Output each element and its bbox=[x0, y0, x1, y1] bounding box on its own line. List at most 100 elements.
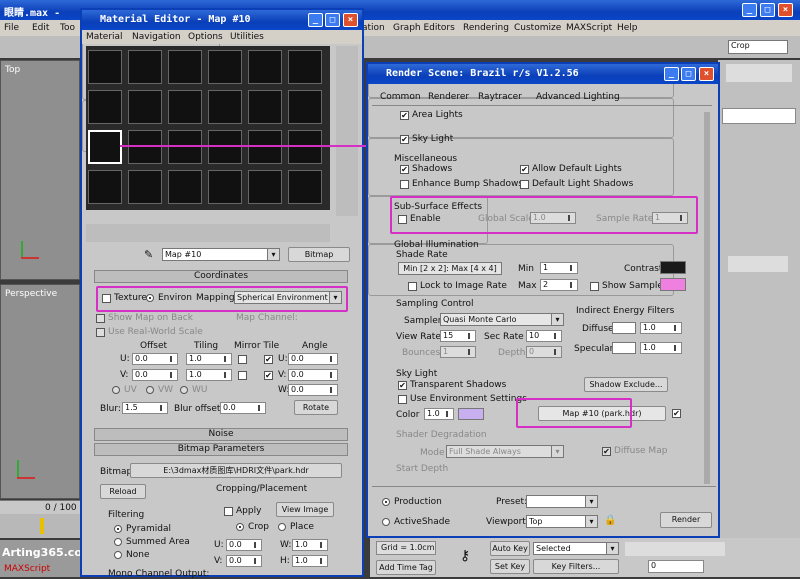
noise-rollout-header[interactable]: Noise bbox=[94, 428, 348, 441]
production-radio[interactable] bbox=[382, 498, 390, 506]
color-swatch[interactable] bbox=[458, 408, 484, 420]
uv-radio[interactable] bbox=[112, 386, 120, 394]
sample-slot[interactable] bbox=[208, 50, 242, 84]
sky-map-checkbox[interactable]: ✔ bbox=[672, 409, 681, 418]
sample-slot-active[interactable] bbox=[88, 130, 122, 164]
me-menu-utilities[interactable]: Utilities bbox=[230, 32, 264, 42]
selected-dropdown[interactable]: Selected bbox=[533, 542, 619, 555]
use-env-checkbox[interactable] bbox=[398, 395, 407, 404]
sample-slot[interactable] bbox=[88, 170, 122, 204]
v-tiling-spinner[interactable]: 1.0 bbox=[186, 369, 232, 381]
allow-default-checkbox[interactable]: ✔ bbox=[520, 165, 529, 174]
menu-graph-editors[interactable]: Graph Editors bbox=[393, 23, 455, 33]
object-name-field[interactable] bbox=[722, 108, 796, 124]
specular-spinner[interactable]: 1.0 bbox=[640, 342, 682, 354]
sample-slot[interactable] bbox=[128, 130, 162, 164]
bounces-spinner[interactable]: 1 bbox=[440, 346, 476, 358]
area-lights-checkbox[interactable]: ✔ bbox=[400, 111, 409, 120]
sample-slot[interactable] bbox=[288, 130, 322, 164]
blur-offset-spinner[interactable]: 0.0 bbox=[220, 402, 266, 414]
sample-slot[interactable] bbox=[128, 170, 162, 204]
crop-radio[interactable] bbox=[236, 523, 244, 531]
diffuse-spinner[interactable]: 1.0 bbox=[640, 322, 682, 334]
sample-slot[interactable] bbox=[168, 90, 202, 124]
me-menu-material[interactable]: Material bbox=[86, 32, 123, 42]
apply-checkbox[interactable] bbox=[224, 507, 233, 516]
crop-v-spinner[interactable]: 0.0 bbox=[226, 555, 262, 567]
lock-icon[interactable]: 🔒 bbox=[604, 515, 616, 526]
viewport-dropdown[interactable]: Top bbox=[526, 515, 598, 528]
set-key-button[interactable]: Set Key bbox=[490, 559, 530, 574]
sample-slot[interactable] bbox=[208, 90, 242, 124]
show-samples-checkbox[interactable] bbox=[590, 282, 599, 291]
sample-slot[interactable] bbox=[88, 50, 122, 84]
rs-scrollbar[interactable] bbox=[704, 112, 710, 484]
viewport-perspective[interactable]: Perspective bbox=[0, 284, 80, 499]
sample-slot[interactable] bbox=[168, 170, 202, 204]
menu-file[interactable]: File bbox=[4, 23, 19, 33]
activeshade-radio[interactable] bbox=[382, 518, 390, 526]
real-world-checkbox[interactable] bbox=[96, 328, 105, 337]
sample-slot[interactable] bbox=[168, 130, 202, 164]
sample-slot[interactable] bbox=[128, 50, 162, 84]
w-angle-spinner[interactable]: 0.0 bbox=[288, 384, 338, 396]
auto-key-button[interactable]: Auto Key bbox=[490, 541, 530, 556]
sample-slot[interactable] bbox=[288, 170, 322, 204]
sample-slot[interactable] bbox=[88, 90, 122, 124]
sample-slot[interactable] bbox=[168, 50, 202, 84]
preset-dropdown[interactable] bbox=[526, 495, 598, 508]
sample-slot[interactable] bbox=[248, 170, 282, 204]
menu-rendering[interactable]: Rendering bbox=[463, 23, 509, 33]
sample-slot[interactable] bbox=[288, 50, 322, 84]
max-spinner[interactable]: 2 bbox=[540, 279, 578, 291]
u-mirror-checkbox[interactable] bbox=[238, 355, 247, 364]
view-rate-spinner[interactable]: 15 bbox=[440, 330, 476, 342]
menu-edit[interactable]: Edit bbox=[32, 23, 49, 33]
track-bar[interactable] bbox=[0, 514, 80, 538]
rs-maximize-icon[interactable]: □ bbox=[681, 67, 696, 81]
shadow-exclude-button[interactable]: Shadow Exclude... bbox=[584, 377, 668, 392]
crop-w-spinner[interactable]: 1.0 bbox=[292, 539, 328, 551]
sample-slot[interactable] bbox=[208, 170, 242, 204]
me-menu-options[interactable]: Options bbox=[188, 32, 223, 42]
tab-common[interactable]: Common bbox=[380, 92, 421, 102]
lock-image-rate-checkbox[interactable] bbox=[408, 282, 417, 291]
show-samples-swatch[interactable] bbox=[660, 278, 686, 291]
time-slider[interactable]: 0 / 100 bbox=[0, 500, 80, 514]
maxscript-area[interactable]: Arting365.com MAXScript bbox=[0, 540, 93, 577]
sampler-dropdown[interactable]: Quasi Monte Carlo bbox=[440, 313, 564, 326]
depth-spinner[interactable]: 0 bbox=[526, 346, 562, 358]
key-filters-button[interactable]: Key Filters... bbox=[533, 559, 619, 574]
bitmap-path-button[interactable]: E:\3dmax材质图库\HDRI文件\park.hdr bbox=[130, 463, 342, 478]
menu-animation[interactable]: ation bbox=[362, 23, 385, 33]
v-offset-spinner[interactable]: 0.0 bbox=[132, 369, 178, 381]
sec-rate-spinner[interactable]: 10 bbox=[526, 330, 562, 342]
render-button[interactable]: Render bbox=[660, 512, 712, 528]
tab-renderer[interactable]: Renderer bbox=[428, 92, 469, 102]
wu-radio[interactable] bbox=[180, 386, 188, 394]
place-radio[interactable] bbox=[278, 523, 286, 531]
menu-customize[interactable]: Customize bbox=[514, 23, 561, 33]
map-type-button[interactable]: Bitmap bbox=[288, 247, 350, 262]
me-side-toolbar[interactable] bbox=[336, 46, 358, 216]
sample-slot[interactable] bbox=[208, 130, 242, 164]
rs-minimize-icon[interactable]: _ bbox=[664, 67, 679, 81]
eyedropper-icon[interactable]: ✎ bbox=[144, 248, 153, 261]
mode-dropdown[interactable]: Full Shade Always bbox=[446, 445, 564, 458]
color-spinner[interactable]: 1.0 bbox=[424, 408, 454, 420]
tab-raytracer[interactable]: Raytracer bbox=[478, 92, 522, 102]
viewport-top[interactable]: Top bbox=[0, 60, 80, 280]
sky-light-checkbox[interactable]: ✔ bbox=[400, 135, 409, 144]
me-bottom-toolbar[interactable] bbox=[86, 224, 330, 242]
sample-slot[interactable] bbox=[248, 90, 282, 124]
crop-u-spinner[interactable]: 0.0 bbox=[226, 539, 262, 551]
diffuse-map-checkbox[interactable]: ✔ bbox=[602, 447, 611, 456]
minimize-icon[interactable]: _ bbox=[742, 3, 757, 17]
pyramidal-radio[interactable] bbox=[114, 525, 122, 533]
tab-advanced-lighting[interactable]: Advanced Lighting bbox=[536, 92, 620, 102]
u-offset-spinner[interactable]: 0.0 bbox=[132, 353, 178, 365]
v-angle-spinner[interactable]: 0.0 bbox=[288, 369, 338, 381]
nav-icons[interactable] bbox=[728, 256, 788, 272]
me-maximize-icon[interactable]: □ bbox=[325, 13, 340, 27]
me-menu-navigation[interactable]: Navigation bbox=[132, 32, 181, 42]
